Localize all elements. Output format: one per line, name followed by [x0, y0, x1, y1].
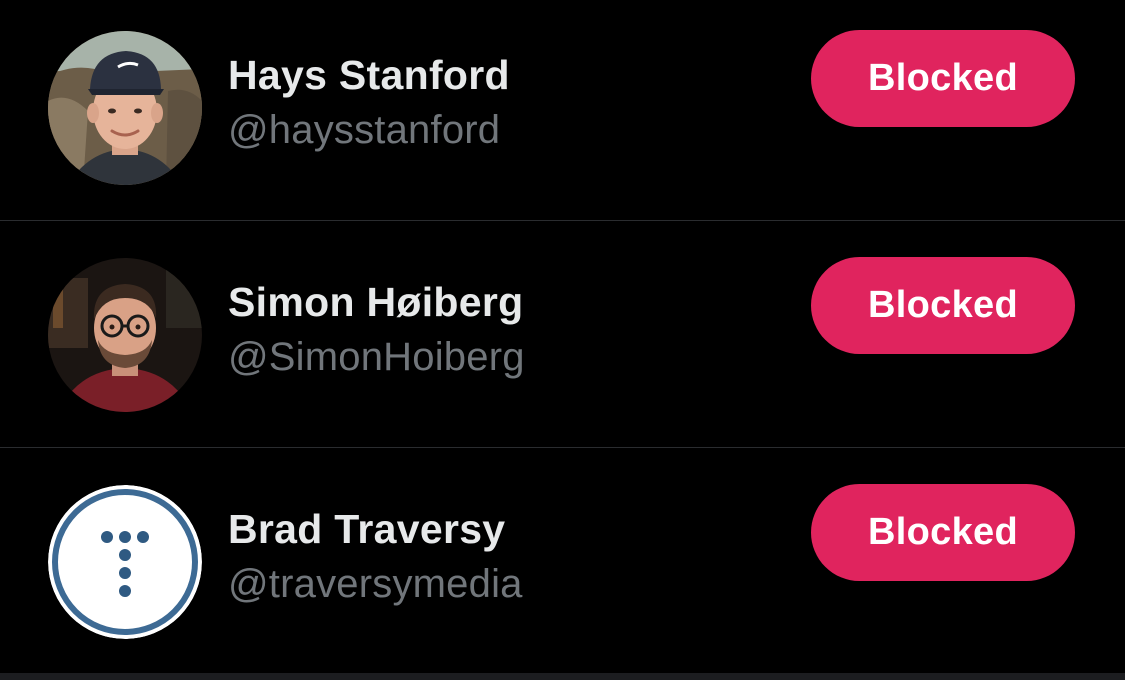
blocked-accounts-list: Hays Stanford @haysstanford Blocked Simo… [0, 0, 1125, 675]
display-name[interactable]: Simon Høiberg [228, 279, 523, 326]
blocked-button[interactable]: Blocked [811, 484, 1075, 581]
user-handle: @haysstanford [228, 108, 501, 152]
traversy-logo-icon [48, 485, 202, 639]
blocked-button[interactable]: Blocked [811, 30, 1075, 127]
user-handle: @traversymedia [228, 562, 523, 606]
list-item[interactable]: Simon Høiberg @SimonHoiberg Blocked [0, 221, 1125, 448]
blocked-button[interactable]: Blocked [811, 257, 1075, 354]
bottom-divider [0, 673, 1125, 680]
list-item[interactable]: Hays Stanford @haysstanford Blocked [0, 0, 1125, 221]
display-name[interactable]: Brad Traversy [228, 506, 505, 553]
list-item[interactable]: Brad Traversy @traversymedia Blocked [0, 448, 1125, 675]
user-handle: @SimonHoiberg [228, 335, 525, 379]
display-name[interactable]: Hays Stanford [228, 52, 510, 99]
avatar[interactable] [48, 31, 202, 185]
avatar[interactable] [48, 485, 202, 639]
avatar[interactable] [48, 258, 202, 412]
